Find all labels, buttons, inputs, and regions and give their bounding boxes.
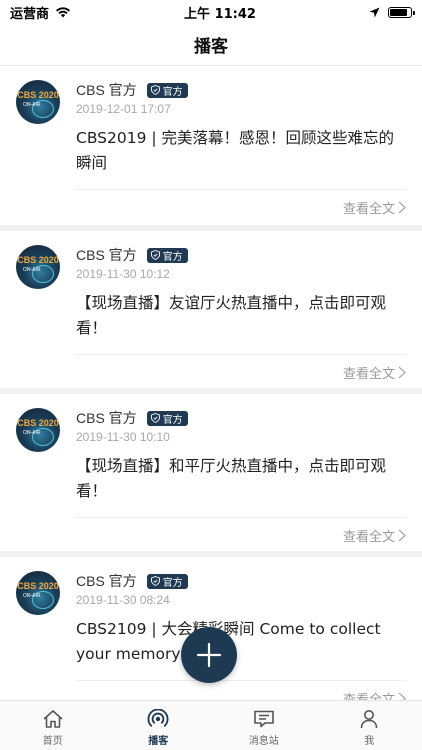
podcast-feed[interactable]: CBS 2020 ON-AIR CBS 官方 官方 2019-12-01 17:…	[0, 66, 422, 700]
shield-check-icon	[150, 576, 160, 586]
read-more-link[interactable]: 查看全文	[343, 363, 406, 382]
post-text[interactable]: CBS2019 | 完美落幕！感恩！回顾这些难忘的瞬间	[76, 126, 406, 176]
author-name[interactable]: CBS 官方	[76, 80, 137, 100]
tab-messages[interactable]: 消息站	[211, 701, 317, 750]
status-bar: 运营商 上午 11:42	[0, 0, 422, 24]
official-badge: 官方	[146, 410, 188, 426]
read-more-link[interactable]: 查看全文	[343, 198, 406, 217]
read-more-link[interactable]: 查看全文	[343, 526, 406, 545]
badge-label: 官方	[162, 86, 183, 98]
avatar-logo-sub: ON-AIR	[23, 593, 41, 599]
avatar[interactable]: CBS 2020 ON-AIR	[16, 245, 60, 289]
tab-label: 首页	[42, 736, 63, 747]
author-row: CBS 官方 官方	[76, 571, 406, 591]
avatar-logo-sub: ON-AIR	[23, 267, 41, 273]
carrier-label: 运营商	[10, 6, 50, 22]
official-badge: 官方	[146, 573, 188, 589]
author-row: CBS 官方 官方	[76, 408, 406, 428]
post-text[interactable]: 【现场直播】和平厅火热直播中，点击即可观看！	[76, 454, 406, 504]
shield-check-icon	[150, 85, 160, 95]
post-footer: 查看全文	[76, 189, 406, 225]
message-icon	[253, 710, 274, 728]
badge-label: 官方	[162, 414, 183, 426]
badge-label: 官方	[162, 251, 183, 263]
avatar-logo-sub: ON-AIR	[23, 102, 41, 108]
post-time: 2019-11-30 10:12	[76, 267, 170, 281]
tab-podcast[interactable]: 播客	[106, 701, 212, 750]
avatar-logo-text: CBS 2020	[17, 418, 59, 428]
shield-check-icon	[150, 413, 160, 423]
post-text[interactable]: CBS2109 | 大会精彩瞬间 Come to collect your me…	[76, 617, 406, 667]
post-body: CBS 官方 官方 2019-11-30 08:24 CBS2109 | 大会精…	[76, 571, 406, 667]
post-time: 2019-12-01 17:07	[76, 102, 171, 116]
shield-check-icon	[150, 250, 160, 260]
plus-icon	[196, 642, 222, 668]
avatar[interactable]: CBS 2020 ON-AIR	[16, 408, 60, 452]
post-footer: 查看全文	[76, 354, 406, 390]
battery-level	[390, 8, 407, 16]
tab-bar: 首页 播客 消息站 我	[0, 700, 422, 750]
tab-label: 消息站	[248, 736, 279, 747]
author-row: CBS 官方 官方	[76, 80, 406, 100]
wifi-icon	[56, 7, 71, 18]
tab-home[interactable]: 首页	[0, 701, 106, 750]
user-icon	[360, 710, 378, 729]
read-more-label: 查看全文	[342, 367, 395, 382]
read-more-label: 查看全文	[342, 530, 395, 545]
avatar-logo-text: CBS 2020	[17, 581, 59, 591]
avatar[interactable]: CBS 2020 ON-AIR	[16, 80, 60, 124]
post-footer: 查看全文	[76, 517, 406, 553]
read-more-label: 查看全文	[342, 202, 395, 217]
post-body: CBS 官方 官方 2019-12-01 17:07 CBS2019 | 完美落…	[76, 80, 406, 176]
feed-post[interactable]: CBS 2020 ON-AIR CBS 官方 官方 2019-12-01 17:…	[0, 66, 422, 225]
chevron-right-icon	[398, 692, 406, 700]
chevron-right-icon	[398, 366, 406, 379]
status-time: 上午 11:42	[184, 6, 256, 22]
home-icon	[43, 710, 63, 728]
tab-me[interactable]: 我	[317, 701, 422, 750]
post-text[interactable]: 【现场直播】友谊厅火热直播中，点击即可观看！	[76, 291, 406, 341]
read-more-label: 查看全文	[343, 689, 395, 700]
tab-label: 播客	[148, 736, 169, 747]
create-post-button[interactable]	[181, 627, 237, 683]
feed-post[interactable]: CBS 2020 ON-AIR CBS 官方 官方 2019-11-30 10:…	[0, 231, 422, 388]
feed-post[interactable]: CBS 2020 ON-AIR CBS 官方 官方 2019-11-30 10:…	[0, 394, 422, 551]
post-time: 2019-11-30 10:10	[76, 430, 170, 444]
read-more-link[interactable]: 查看全文	[343, 689, 406, 700]
chevron-right-icon	[398, 529, 406, 542]
author-name[interactable]: CBS 官方	[76, 408, 137, 428]
page-title: 播客	[194, 37, 228, 57]
post-footer: 查看全文	[76, 680, 406, 700]
post-body: CBS 官方 官方 2019-11-30 10:12 【现场直播】友谊厅火热直播…	[76, 245, 406, 341]
post-time: 2019-11-30 08:24	[76, 593, 170, 607]
official-badge: 官方	[146, 82, 188, 98]
battery-icon	[388, 6, 415, 18]
status-right	[369, 6, 415, 18]
location-arrow-icon	[369, 7, 380, 17]
avatar[interactable]: CBS 2020 ON-AIR	[16, 571, 60, 615]
broadcast-icon	[147, 709, 169, 727]
chevron-right-icon	[398, 201, 406, 214]
tab-label: 我	[364, 736, 375, 747]
author-name[interactable]: CBS 官方	[76, 245, 137, 265]
status-left: 运营商	[10, 3, 71, 22]
avatar-logo-text: CBS 2020	[17, 255, 59, 265]
post-body: CBS 官方 官方 2019-11-30 10:10 【现场直播】和平厅火热直播…	[76, 408, 406, 504]
avatar-logo-text: CBS 2020	[17, 90, 59, 100]
badge-label: 官方	[162, 577, 183, 589]
avatar-logo-sub: ON-AIR	[23, 430, 41, 436]
author-name[interactable]: CBS 官方	[76, 571, 137, 591]
nav-bar: 播客	[0, 24, 422, 66]
official-badge: 官方	[146, 247, 188, 263]
author-row: CBS 官方 官方	[76, 245, 406, 265]
